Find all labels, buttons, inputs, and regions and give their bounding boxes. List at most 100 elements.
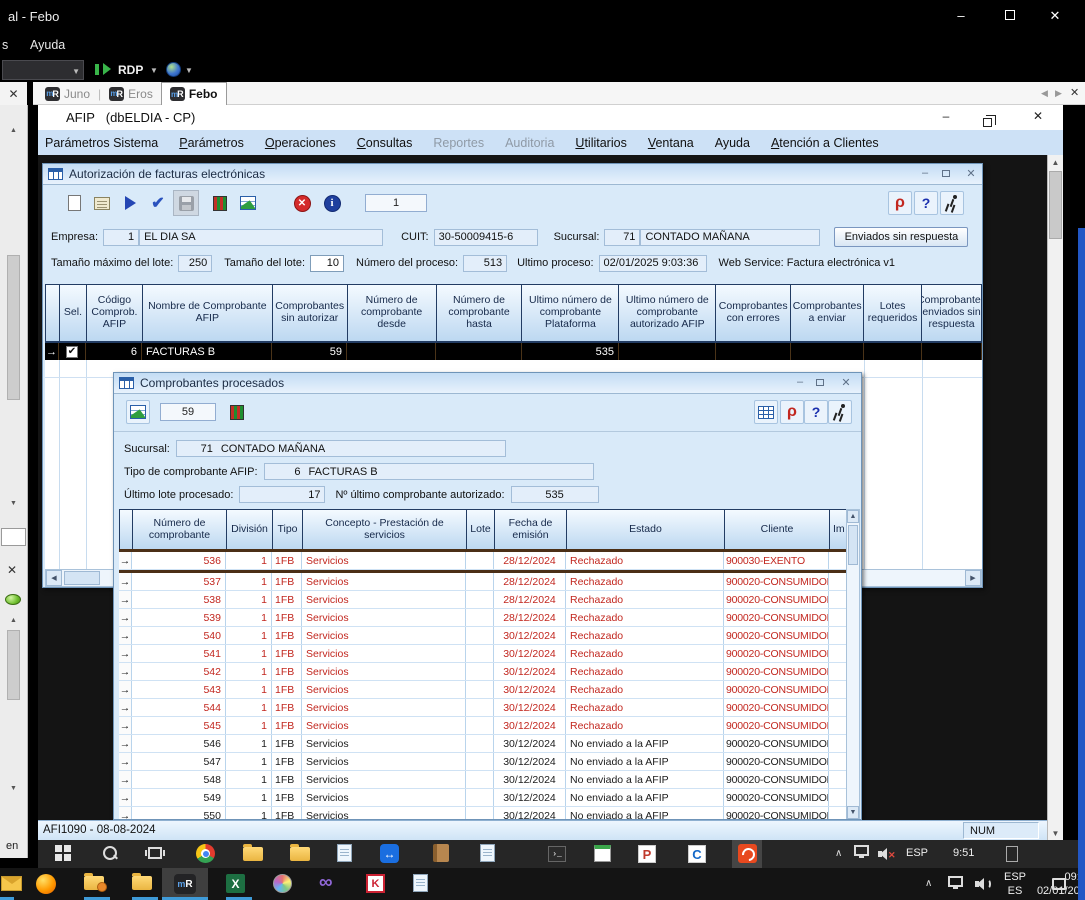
tab-juno[interactable]: mR Juno (37, 82, 98, 105)
globe-dropdown-icon[interactable]: ▼ (185, 66, 193, 75)
header-importe-cut[interactable]: Im (830, 510, 846, 549)
scroll-up-icon[interactable]: ▲ (847, 510, 859, 523)
taskbar-paint[interactable] (273, 874, 292, 893)
header-hasta[interactable]: Número de comprobante hasta (437, 285, 523, 341)
child-minimize-button[interactable]: – (790, 376, 810, 388)
scroll-up-icon[interactable]: ▲ (7, 615, 20, 626)
close-icon[interactable]: ✕ (7, 563, 17, 577)
quick-connect-play-icon[interactable] (103, 63, 111, 75)
export-grid-button[interactable] (235, 190, 261, 216)
menu-utilitarios[interactable]: Utilitarios (575, 136, 626, 150)
connection-combobox[interactable]: ▼ (2, 60, 84, 80)
child-maximize-button[interactable] (942, 170, 950, 177)
info-button[interactable]: i (319, 190, 345, 216)
tab-febo-active[interactable]: mR Febo (161, 82, 227, 105)
action-center-button[interactable] (1052, 878, 1066, 890)
export-grid-button[interactable] (126, 400, 150, 424)
enviados-sin-respuesta-button[interactable]: Enviados sin respuesta (834, 227, 968, 247)
rdp-dropdown-icon[interactable]: ▼ (150, 66, 158, 75)
taskbar-folder-tools[interactable] (84, 872, 104, 890)
afip-restore-button[interactable] (983, 118, 992, 127)
header-nombre[interactable]: Nombre de Comprobante AFIP (143, 285, 273, 341)
header-con-errores[interactable]: Comprobantes con errores (716, 285, 791, 341)
header-nro[interactable]: Número de comprobante (133, 510, 227, 549)
comprobante-row[interactable]: →54411FBServicios30/12/2024Rechazado9000… (119, 699, 846, 717)
menu-item-cut[interactable]: s (2, 38, 8, 52)
local-minimize-button[interactable]: – (946, 8, 976, 23)
taskbar-notepad[interactable] (413, 874, 428, 892)
taskbar-mremoteng-active[interactable]: mR (174, 874, 196, 894)
exit-button[interactable] (940, 191, 964, 215)
support-phone-button[interactable]: ρ (780, 400, 804, 424)
cancel-button[interactable]: ✕ (289, 190, 315, 216)
header-cliente[interactable]: Cliente (725, 510, 830, 549)
taskbar-chrome[interactable] (196, 844, 215, 863)
taskbar-blue-c-app[interactable]: C (688, 845, 706, 863)
scroll-right-icon[interactable]: ▶ (965, 570, 981, 586)
comprobante-row[interactable]: →53711FBServicios28/12/2024Rechazado9000… (119, 573, 846, 591)
taskbar-image-viewer[interactable]: K (366, 874, 385, 893)
scroll-down-icon[interactable]: ▼ (7, 498, 20, 509)
columns-button[interactable] (224, 399, 250, 425)
new-document-button[interactable] (61, 190, 87, 216)
header-plataforma[interactable]: Ultimo número de comprobante Plataforma (522, 285, 619, 341)
menu-ayuda[interactable]: Ayuda (715, 136, 750, 150)
comprobantes-titlebar[interactable]: Comprobantes procesados – ✕ (114, 373, 861, 394)
taskbar-file-explorer[interactable] (243, 843, 263, 861)
header-lote[interactable]: Lote (467, 510, 495, 549)
child-close-button[interactable]: ✕ (961, 167, 981, 180)
comprobante-row[interactable]: →53911FBServicios28/12/2024Rechazado9000… (119, 609, 846, 627)
menu-atencion-clientes[interactable]: Atención a Clientes (771, 136, 879, 150)
comprobante-row[interactable]: →54811FBServicios30/12/2024No enviado a … (119, 771, 846, 789)
child-minimize-button[interactable]: – (915, 167, 935, 179)
confirm-button[interactable]: ✔ (145, 190, 171, 216)
header-desde[interactable]: Número de comprobante desde (348, 285, 437, 341)
autorizacion-titlebar[interactable]: Autorización de facturas electrónicas – … (43, 164, 982, 185)
comprobante-row[interactable]: →54111FBServicios30/12/2024Rechazado9000… (119, 645, 846, 663)
taskbar-red-p-app[interactable]: P (638, 845, 656, 863)
taskbar-search-button[interactable] (102, 845, 118, 861)
header-division[interactable]: División (227, 510, 273, 549)
menu-item-ayuda[interactable]: Ayuda (30, 38, 65, 52)
tamano-lote-input[interactable]: 10 (310, 255, 344, 272)
start-button[interactable] (55, 845, 71, 861)
header-concepto[interactable]: Concepto - Prestación de servicios (303, 510, 467, 549)
scroll-down-icon[interactable]: ▼ (1048, 829, 1063, 838)
child-close-button[interactable]: ✕ (836, 376, 856, 389)
header-estado[interactable]: Estado (567, 510, 725, 549)
header-autorizado-afip[interactable]: Ultimo número de comprobante autorizado … (619, 285, 716, 341)
properties-button[interactable] (89, 190, 115, 216)
comprobante-row[interactable]: →53811FBServicios28/12/2024Rechazado9000… (119, 591, 846, 609)
afip-minimize-button[interactable]: – (931, 109, 961, 123)
comprobante-row[interactable]: →54011FBServicios30/12/2024Rechazado9000… (119, 627, 846, 645)
support-phone-button[interactable]: ρ (888, 191, 912, 215)
scrollbar-thumb[interactable] (7, 630, 20, 700)
taskbar-file-explorer[interactable] (132, 872, 152, 890)
menu-parametros[interactable]: Parámetros (179, 136, 244, 150)
help-button[interactable]: ? (804, 400, 828, 424)
task-view-button[interactable] (148, 847, 162, 859)
taskbar-firefox[interactable] (36, 874, 56, 894)
sel-checkbox-cell[interactable]: ✔ (59, 343, 86, 360)
tray-language[interactable]: ESP (906, 847, 928, 859)
header-enviados-sin-respuesta[interactable]: Comprobantes enviados sin respuesta (922, 285, 982, 341)
scroll-up-icon[interactable]: ▲ (7, 125, 20, 136)
taskbar-excel[interactable]: X (226, 874, 245, 893)
autorizacion-selected-row[interactable]: → ✔ 6 FACTURAS B 59 535 (45, 343, 982, 360)
scroll-down-icon[interactable]: ▼ (847, 806, 859, 819)
scrollbar-thumb[interactable] (64, 571, 100, 585)
taskbar-visual-studio[interactable]: ∞ (319, 873, 333, 892)
taskbar-mail[interactable] (1, 876, 22, 891)
text-input-cut[interactable] (1, 528, 26, 546)
header-lotes[interactable]: Lotes requeridos (864, 285, 922, 341)
comprobante-row[interactable]: →53611FBServicios28/12/2024Rechazado9000… (119, 552, 846, 570)
taskbar-notes2[interactable] (480, 844, 495, 862)
scrollbar-thumb[interactable] (1049, 171, 1062, 239)
taskbar-address-book[interactable] (433, 844, 449, 862)
tray-clock[interactable]: 9:51 (953, 847, 974, 859)
tray-network[interactable] (854, 848, 869, 856)
comprobante-row[interactable]: →54211FBServicios30/12/2024Rechazado9000… (119, 663, 846, 681)
comprobante-row[interactable]: →54711FBServicios30/12/2024No enviado a … (119, 753, 846, 771)
afip-close-button[interactable]: ✕ (1023, 109, 1053, 123)
tab-scroll-right-icon[interactable]: ▶ (1055, 88, 1062, 99)
